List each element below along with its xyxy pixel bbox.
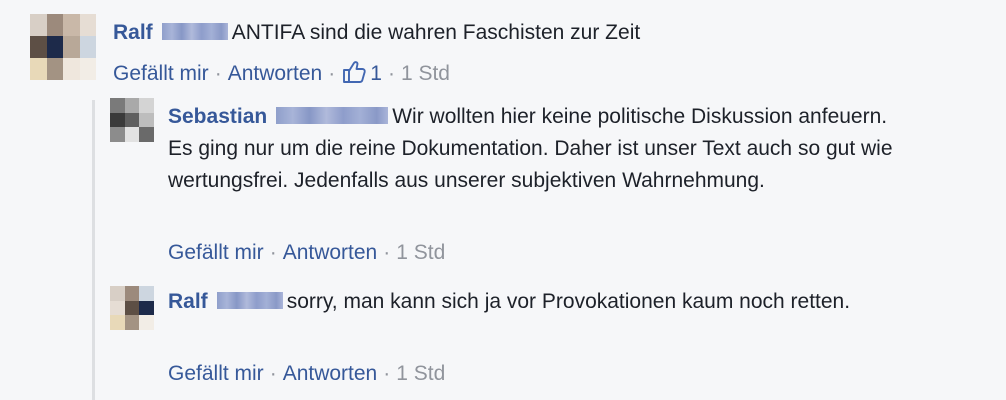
avatar-pixel xyxy=(110,127,125,142)
avatar-pixel xyxy=(63,14,80,36)
avatar-pixel xyxy=(110,112,125,128)
avatar-pixel xyxy=(46,58,64,80)
author-name[interactable]: Ralf xyxy=(113,21,153,44)
avatar-pixel xyxy=(139,300,154,316)
comment-actions: Gefällt mir · Antworten · 1 Std xyxy=(168,241,446,264)
avatar-pixel xyxy=(63,36,80,58)
avatar-pixel xyxy=(63,58,80,80)
avatar-pixel xyxy=(110,315,125,330)
avatar-pixel xyxy=(30,36,47,58)
avatar-pixel xyxy=(124,286,140,301)
avatar-pixel xyxy=(124,98,140,113)
reply-link[interactable]: Antworten xyxy=(283,362,378,385)
avatar-pixel xyxy=(30,58,47,80)
reply-link[interactable]: Antworten xyxy=(283,241,378,264)
comment-text: Sebastian Wir wollten hier keine politisc… xyxy=(168,101,913,197)
reply-link[interactable]: Antworten xyxy=(228,62,323,85)
comment-text: Ralf ANTIFA sind die wahren Faschisten zu… xyxy=(113,17,973,49)
avatar-pixel xyxy=(139,98,154,113)
redacted-surname xyxy=(276,107,389,124)
like-link[interactable]: Gefällt mir xyxy=(168,362,264,385)
comment-actions: Gefällt mir · Antworten · 1 · 1 Std xyxy=(113,59,450,88)
comment-body: sorry, man kann sich ja vor Provokatione… xyxy=(286,290,851,313)
reply-thread-line xyxy=(92,100,95,400)
avatar-pixel xyxy=(110,300,125,316)
like-link[interactable]: Gefällt mir xyxy=(113,62,209,85)
comment-text: Ralf sorry, man kann sich ja vor Provokat… xyxy=(168,286,913,318)
avatar-pixel xyxy=(139,315,154,330)
avatar-pixel xyxy=(124,112,140,128)
like-reactions[interactable]: 1 xyxy=(341,61,382,85)
avatar-pixel xyxy=(139,127,154,142)
redacted-surname xyxy=(161,23,228,40)
avatar[interactable] xyxy=(110,286,154,330)
avatar[interactable] xyxy=(30,14,96,80)
timestamp[interactable]: 1 Std xyxy=(396,362,445,385)
thumbs-up-icon xyxy=(343,61,366,83)
avatar-pixel xyxy=(139,112,154,128)
avatar-pixel xyxy=(124,127,140,142)
avatar-pixel xyxy=(124,315,140,330)
avatar-pixel xyxy=(110,98,125,113)
avatar[interactable] xyxy=(110,98,154,142)
avatar-pixel xyxy=(110,286,125,301)
timestamp[interactable]: 1 Std xyxy=(396,241,445,264)
like-link[interactable]: Gefällt mir xyxy=(168,241,264,264)
author-name[interactable]: Sebastian xyxy=(168,105,267,128)
comment-body: ANTIFA sind die wahren Faschisten zur Ze… xyxy=(231,21,641,44)
like-count: 1 xyxy=(370,62,382,85)
avatar-pixel xyxy=(139,286,154,301)
avatar-pixel xyxy=(124,300,140,316)
timestamp[interactable]: 1 Std xyxy=(401,62,450,85)
avatar-pixel xyxy=(79,14,96,36)
redacted-surname xyxy=(216,292,283,309)
avatar-pixel xyxy=(79,58,96,80)
comment-actions: Gefällt mir · Antworten · 1 Std xyxy=(168,362,446,385)
avatar-pixel xyxy=(46,14,64,36)
avatar-pixel xyxy=(46,36,64,58)
author-name[interactable]: Ralf xyxy=(168,290,208,313)
avatar-pixel xyxy=(30,14,47,36)
avatar-pixel xyxy=(79,36,96,58)
